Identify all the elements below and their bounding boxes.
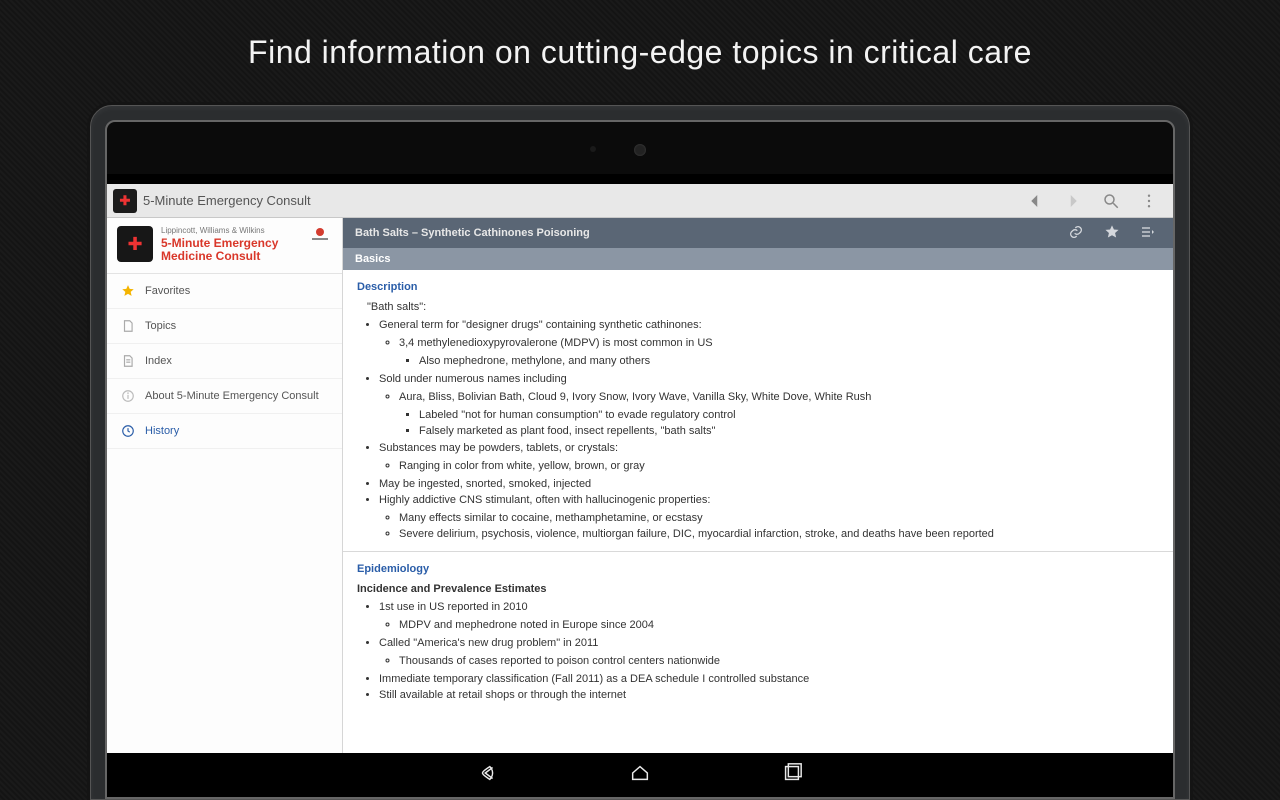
list-item: Falsely marketed as plant food, insect r… xyxy=(419,424,1159,440)
sidebar-item-label: Index xyxy=(145,355,172,367)
action-bar: 5-Minute Emergency Consult xyxy=(107,184,1173,218)
page-icon xyxy=(121,319,135,333)
info-icon xyxy=(121,389,135,403)
link-icon[interactable] xyxy=(1063,224,1089,243)
brand-icon xyxy=(117,226,153,262)
tablet-screen: 5-Minute Emergency Consult xyxy=(107,174,1173,753)
list-item: 1st use in US reported in 2010 MDPV and … xyxy=(379,600,1159,634)
sidebar-item-index[interactable]: Index xyxy=(107,344,342,379)
list-item: Sold under numerous names including Aura… xyxy=(379,372,1159,440)
list-item: Highly addictive CNS stimulant, often wi… xyxy=(379,493,1159,543)
list-item: Also mephedrone, methylone, and many oth… xyxy=(419,354,1159,370)
android-nav-bar xyxy=(107,753,1173,797)
proximity-sensor xyxy=(590,146,596,152)
list-item: Still available at retail shops or throu… xyxy=(379,688,1159,704)
sidebar-item-about[interactable]: About 5-Minute Emergency Consult xyxy=(107,379,342,414)
nav-forward-button[interactable] xyxy=(1057,185,1089,217)
epidemiology-heading: Epidemiology xyxy=(357,562,1159,578)
list-item: Aura, Bliss, Bolivian Bath, Cloud 9, Ivo… xyxy=(399,390,1159,440)
topic-header: Bath Salts – Synthetic Cathinones Poison… xyxy=(343,218,1173,248)
promo-headline: Find information on cutting-edge topics … xyxy=(0,0,1280,71)
list-item: Labeled "not for human consumption" to e… xyxy=(419,408,1159,424)
list-item: MDPV and mephedrone noted in Europe sinc… xyxy=(399,618,1159,634)
sidebar-item-label: Favorites xyxy=(145,285,190,297)
publisher-label: Lippincott, Williams & Wilkins xyxy=(161,226,278,235)
main-content: Bath Salts – Synthetic Cathinones Poison… xyxy=(343,218,1173,753)
search-button[interactable] xyxy=(1095,185,1127,217)
list-item: May be ingested, snorted, smoked, inject… xyxy=(379,477,1159,493)
app-icon[interactable] xyxy=(113,189,137,213)
star-icon xyxy=(121,284,135,298)
overflow-menu-button[interactable] xyxy=(1133,185,1165,217)
product-title: 5-Minute EmergencyMedicine Consult xyxy=(161,237,278,263)
list-item: Ranging in color from white, yellow, bro… xyxy=(399,459,1159,475)
sidebar-item-favorites[interactable]: Favorites xyxy=(107,274,342,309)
android-status-bar xyxy=(107,174,1173,184)
recents-nav-icon[interactable] xyxy=(781,762,803,789)
sidebar-item-label: Topics xyxy=(145,320,176,332)
unbound-logo xyxy=(308,226,332,247)
nav-back-button[interactable] xyxy=(1019,185,1051,217)
epidemiology-subheading: Incidence and Prevalence Estimates xyxy=(357,582,1159,598)
home-nav-icon[interactable] xyxy=(629,762,651,789)
sidebar-item-topics[interactable]: Topics xyxy=(107,309,342,344)
tablet-device-frame: 5-Minute Emergency Consult xyxy=(90,105,1190,800)
sidebar-item-label: About 5-Minute Emergency Consult xyxy=(145,390,319,402)
list-item: Many effects similar to cocaine, methamp… xyxy=(399,511,1159,527)
action-bar-title: 5-Minute Emergency Consult xyxy=(143,193,1013,208)
sidebar: Lippincott, Williams & Wilkins 5-Minute … xyxy=(107,218,343,753)
favorite-star-icon[interactable] xyxy=(1099,224,1125,243)
sidebar-item-label: History xyxy=(145,425,179,437)
index-icon xyxy=(121,354,135,368)
description-heading: Description xyxy=(357,280,1159,296)
brand-card: Lippincott, Williams & Wilkins 5-Minute … xyxy=(107,218,342,274)
front-camera xyxy=(634,144,646,156)
list-item: Thousands of cases reported to poison co… xyxy=(399,654,1159,670)
topic-title: Bath Salts – Synthetic Cathinones Poison… xyxy=(355,227,1053,239)
list-item: General term for "designer drugs" contai… xyxy=(379,318,1159,370)
list-item: Immediate temporary classification (Fall… xyxy=(379,672,1159,688)
sidebar-item-history[interactable]: History xyxy=(107,414,342,449)
section-heading: Basics xyxy=(343,248,1173,270)
list-item: 3,4 methylenedioxypyrovalerone (MDPV) is… xyxy=(399,336,1159,370)
toc-icon[interactable] xyxy=(1135,224,1161,243)
article-body[interactable]: Description "Bath salts": General term f… xyxy=(343,270,1173,753)
history-icon xyxy=(121,424,135,438)
list-item: Substances may be powders, tablets, or c… xyxy=(379,441,1159,475)
list-item: Severe delirium, psychosis, violence, mu… xyxy=(399,527,1159,543)
list-item: Called "America's new drug problem" in 2… xyxy=(379,636,1159,670)
lead-text: "Bath salts": xyxy=(357,300,1159,316)
back-nav-icon[interactable] xyxy=(477,762,499,789)
